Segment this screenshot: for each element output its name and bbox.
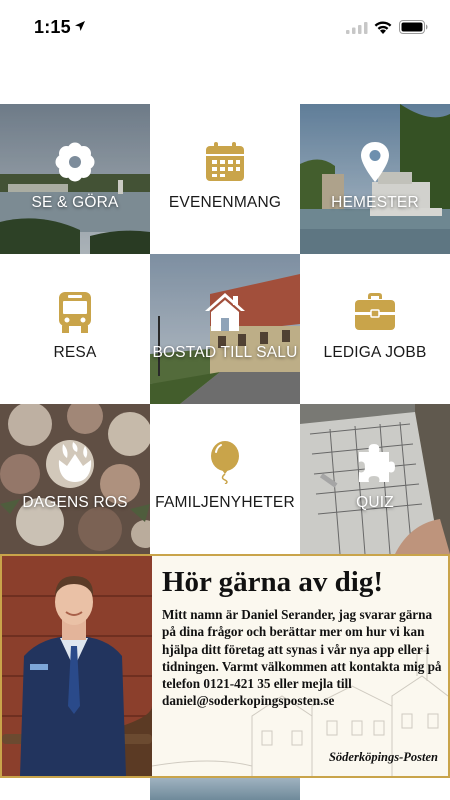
- tile-label: SE & GÖRA: [31, 194, 119, 211]
- tile-resa[interactable]: RESA: [0, 254, 150, 404]
- tile-label: BOSTAD TILL SALU: [152, 344, 298, 361]
- tile-lediga-jobb[interactable]: LEDIGA JOBB: [300, 254, 450, 404]
- tile-label: LEDIGA JOBB: [323, 344, 427, 361]
- tile-label: RESA: [53, 344, 97, 361]
- tile-se-och-gora[interactable]: SE & GÖRA: [0, 104, 150, 254]
- tile-hemester[interactable]: HEMESTER: [300, 104, 450, 254]
- tile-label: HEMESTER: [331, 194, 419, 211]
- newspaper-logo: Söderköpings-Posten: [328, 750, 438, 764]
- tile-label: QUIZ: [356, 494, 394, 511]
- puzzle-icon: [359, 444, 395, 482]
- next-row-peek: [0, 778, 450, 800]
- tile-familjenyheter[interactable]: FAMILJENYHETER: [150, 404, 300, 554]
- calendar-icon: [206, 142, 244, 181]
- cellular-signal-icon: [346, 22, 368, 34]
- rose-icon: [58, 442, 92, 482]
- tile-dagens-ros[interactable]: DAGENS ROS: [0, 404, 150, 554]
- bus-icon: [59, 292, 91, 333]
- tile-quiz[interactable]: QUIZ: [300, 404, 450, 554]
- banner-heading: Hör gärna av dig!: [162, 566, 383, 598]
- map-pin-icon: [361, 142, 389, 182]
- next-tile-peek: [150, 778, 300, 800]
- balloon-icon: [211, 441, 239, 484]
- briefcase-icon: [355, 293, 395, 330]
- contact-banner-ad[interactable]: Hör gärna av dig! Mitt namn är Daniel Se…: [0, 554, 450, 778]
- flower-icon: [55, 142, 95, 182]
- status-time: 1:15: [34, 17, 71, 37]
- person-portrait-photo: [2, 556, 152, 776]
- status-bar: 1:15: [0, 0, 450, 56]
- tile-label: FAMILJENYHETER: [155, 494, 295, 511]
- tile-label: EVENENMANG: [168, 194, 282, 211]
- tile-label: DAGENS ROS: [22, 494, 128, 511]
- house-icon: [205, 293, 245, 331]
- banner-body-text: Mitt namn är Daniel Serander, jag svarar…: [162, 607, 442, 709]
- battery-icon: [399, 20, 428, 34]
- category-grid: SE & GÖRA EVENENMANG HEMESTER RESA BOSTA…: [0, 104, 450, 554]
- tile-bostad-till-salu[interactable]: BOSTAD TILL SALU: [150, 254, 300, 404]
- location-arrow-icon: [75, 21, 85, 31]
- tile-evenemang[interactable]: EVENENMANG: [150, 104, 300, 254]
- wifi-icon: [374, 21, 392, 34]
